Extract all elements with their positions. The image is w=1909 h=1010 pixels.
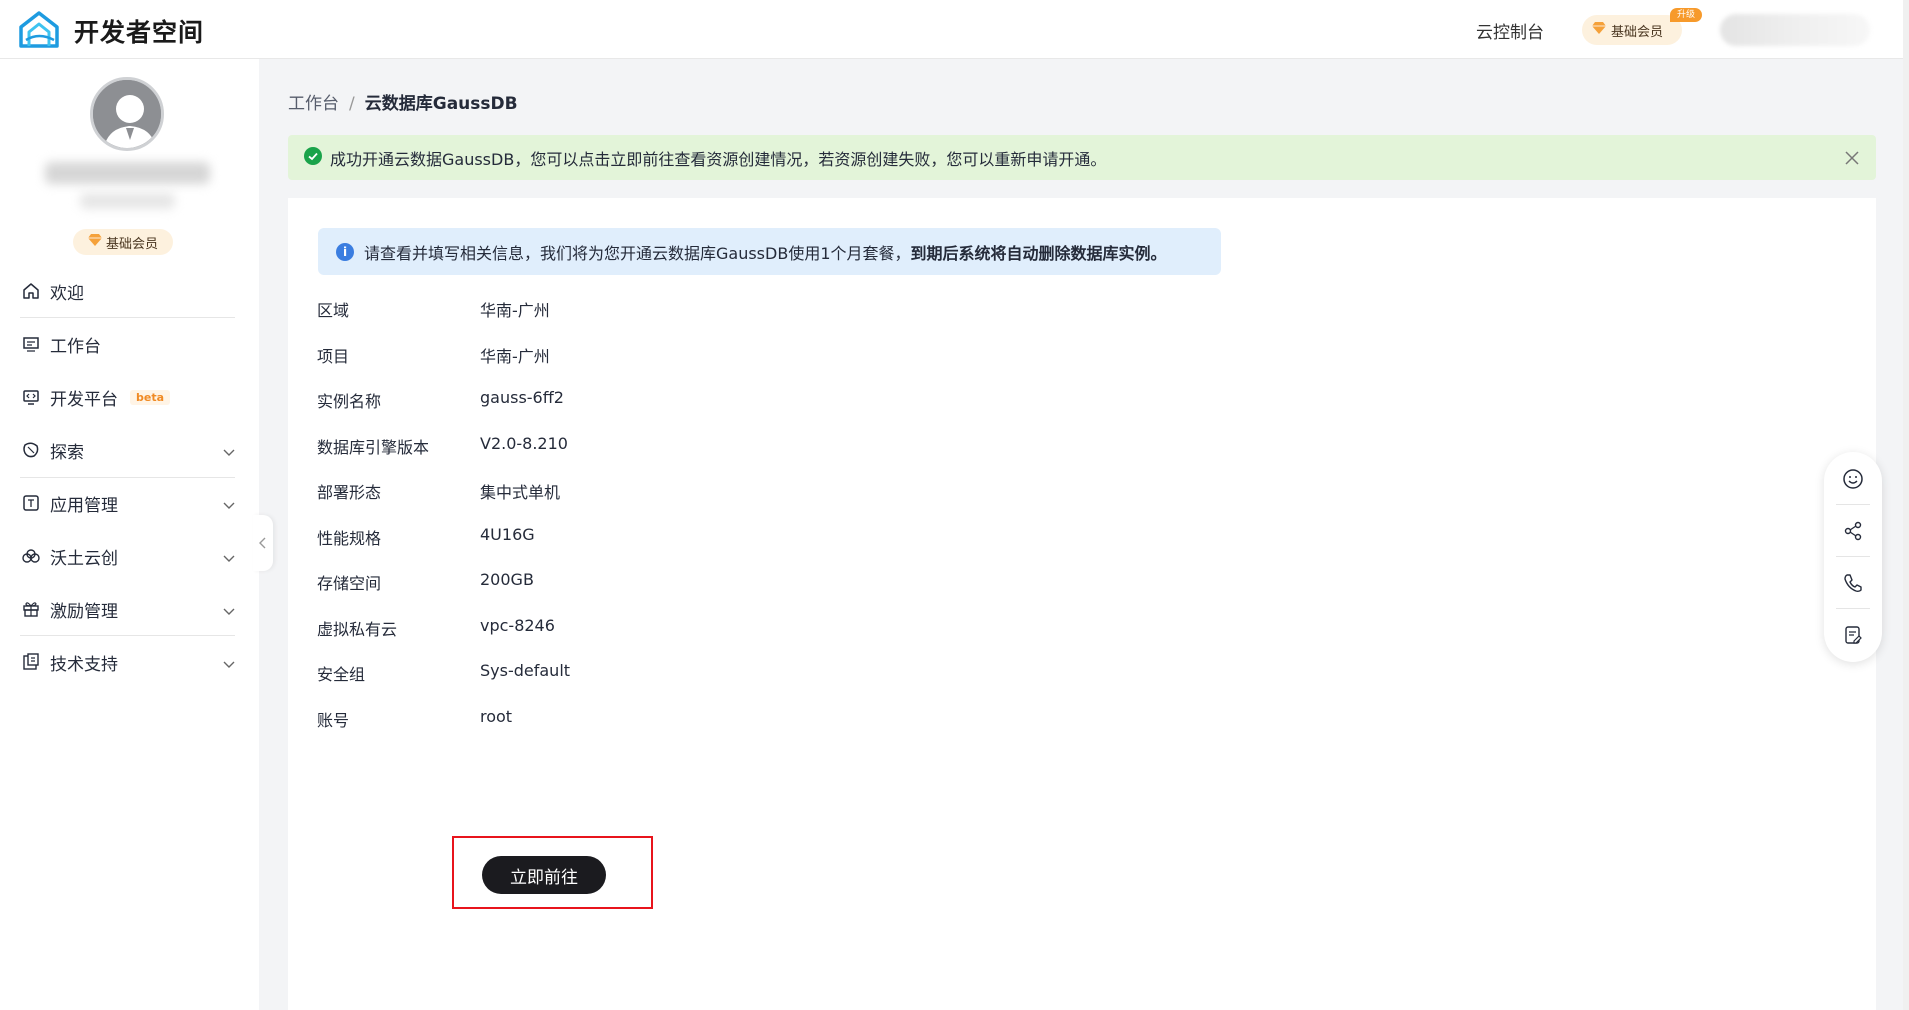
- cloud-icon: [20, 545, 42, 567]
- code-screen-icon: [20, 386, 42, 408]
- close-icon[interactable]: [1844, 147, 1860, 171]
- field-label-deployment: 部署形态: [317, 483, 382, 502]
- field-value-spec: 4U16G: [480, 525, 535, 544]
- monitor-icon: [20, 333, 42, 355]
- sidebar-member-label: 基础会员: [105, 236, 158, 252]
- field-label-account: 账号: [317, 711, 350, 730]
- sidebar-collapse-handle[interactable]: [253, 515, 273, 571]
- chevron-left-icon: [259, 537, 266, 549]
- field-value-project: 华南-广州: [480, 347, 550, 366]
- sidebar-item-incentive-management[interactable]: 激励管理: [20, 583, 235, 635]
- sidebar-item-wotu-cloud[interactable]: 沃土云创: [20, 530, 235, 582]
- sidebar-item-label: 探索: [50, 442, 84, 463]
- field-label-vpc: 虚拟私有云: [317, 620, 398, 639]
- breadcrumb: 工作台 / 云数据库GaussDB: [288, 89, 518, 114]
- field-label-storage: 存储空间: [317, 574, 382, 593]
- breadcrumb-current: 云数据库GaussDB: [364, 94, 518, 114]
- page-scrollbar[interactable]: [1903, 0, 1909, 1010]
- user-avatar-icon: [93, 80, 161, 148]
- top-header: 开发者空间 云控制台 基础会员 升级: [0, 0, 1909, 59]
- field-value-engine-version: V2.0-8.210: [480, 434, 568, 453]
- sidebar-item-label: 应用管理: [50, 495, 118, 516]
- brand-title[interactable]: 开发者空间: [74, 13, 204, 49]
- sidebar-item-explore[interactable]: 探索: [20, 424, 235, 476]
- field-label-instance-name: 实例名称: [317, 392, 382, 411]
- diamond-icon: [87, 234, 102, 250]
- field-label-project: 项目: [317, 347, 350, 366]
- success-alert: 成功开通云数据GaussDB，您可以点击立即前往查看资源创建情况，若资源创建失败…: [288, 135, 1876, 180]
- breadcrumb-workbench-link[interactable]: 工作台: [288, 94, 339, 114]
- toolbar-divider: [1836, 556, 1870, 557]
- info-tip-bold-text: 到期后系统将自动删除数据库实例。: [910, 243, 1167, 263]
- info-icon: i: [336, 242, 354, 261]
- field-label-spec: 性能规格: [317, 529, 382, 548]
- sidebar-item-label: 技术支持: [50, 654, 118, 675]
- field-label-engine-version: 数据库引擎版本: [317, 438, 430, 457]
- chevron-down-icon[interactable]: [223, 495, 235, 515]
- chevron-down-icon[interactable]: [223, 601, 235, 621]
- share-icon[interactable]: [1838, 516, 1868, 546]
- sidebar-item-label: 沃土云创: [50, 548, 118, 569]
- toolbar-divider: [1836, 608, 1870, 609]
- field-label-region: 区域: [317, 301, 350, 320]
- field-value-security-group: Sys-default: [480, 661, 571, 680]
- success-alert-message: 成功开通云数据GaussDB，您可以点击立即前往查看资源创建情况，若资源创建失败…: [330, 149, 1107, 169]
- floating-toolbar: [1824, 452, 1882, 662]
- user-account-blurred[interactable]: [1720, 14, 1870, 46]
- info-tip: i 请查看并填写相关信息，我们将为您开通云数据库GaussDB使用1个月套餐，到…: [318, 228, 1221, 275]
- chevron-down-icon[interactable]: [223, 654, 235, 674]
- beta-tag: beta: [130, 389, 171, 405]
- note-edit-icon[interactable]: [1838, 620, 1868, 650]
- sidebar-item-dev-platform[interactable]: 开发平台 beta: [20, 371, 235, 423]
- field-label-security-group: 安全组: [317, 665, 366, 684]
- field-value-region: 华南-广州: [480, 301, 550, 320]
- chevron-down-icon[interactable]: [223, 548, 235, 568]
- field-value-account: root: [480, 707, 513, 726]
- info-tip-text: 请查看并填写相关信息，我们将为您开通云数据库GaussDB使用1个月套餐，: [364, 243, 911, 263]
- sidebar-item-welcome[interactable]: 欢迎: [20, 265, 235, 317]
- sidebar-item-label: 欢迎: [50, 283, 84, 304]
- sidebar-item-label: 激励管理: [50, 601, 118, 622]
- field-value-deployment: 集中式单机: [480, 483, 561, 502]
- sidebar-member-badge[interactable]: 基础会员: [73, 229, 173, 255]
- feedback-smile-icon[interactable]: [1838, 464, 1868, 494]
- breadcrumb-separator: /: [349, 94, 355, 114]
- avatar[interactable]: [90, 77, 164, 151]
- sidebar: 基础会员 欢迎 工作台 开发平台 beta 探索 应用管理 沃土云创 激励管理 …: [0, 59, 259, 1010]
- app-icon: [20, 492, 42, 514]
- check-circle-icon: [304, 146, 322, 169]
- sidebar-item-label: 工作台: [50, 336, 101, 357]
- cloud-console-link[interactable]: 云控制台: [1476, 18, 1544, 43]
- member-badge[interactable]: 基础会员: [1582, 15, 1682, 45]
- sidebar-item-tech-support[interactable]: 技术支持: [20, 636, 235, 688]
- phone-icon[interactable]: [1838, 568, 1868, 598]
- field-value-storage: 200GB: [480, 570, 534, 589]
- sidebar-item-label: 开发平台: [50, 389, 118, 410]
- support-icon: [20, 651, 42, 673]
- main-card: i 请查看并填写相关信息，我们将为您开通云数据库GaussDB使用1个月套餐，到…: [288, 198, 1876, 1010]
- field-value-vpc: vpc-8246: [480, 616, 555, 635]
- sidebar-item-workbench[interactable]: 工作台: [20, 318, 235, 370]
- user-id-blurred: [80, 193, 175, 209]
- logo-icon[interactable]: [18, 10, 60, 50]
- toolbar-divider: [1836, 504, 1870, 505]
- gift-icon: [20, 598, 42, 620]
- upgrade-tag[interactable]: 升级: [1670, 8, 1702, 22]
- go-now-button[interactable]: 立即前往: [482, 856, 606, 894]
- username-blurred: [45, 162, 210, 184]
- member-badge-label: 基础会员: [1611, 24, 1664, 40]
- home-icon: [20, 280, 42, 302]
- sidebar-item-app-management[interactable]: 应用管理: [20, 477, 235, 529]
- chevron-down-icon[interactable]: [223, 442, 235, 462]
- field-value-instance-name: gauss-6ff2: [480, 388, 564, 407]
- diamond-icon: [1592, 22, 1606, 38]
- compass-icon: [20, 439, 42, 461]
